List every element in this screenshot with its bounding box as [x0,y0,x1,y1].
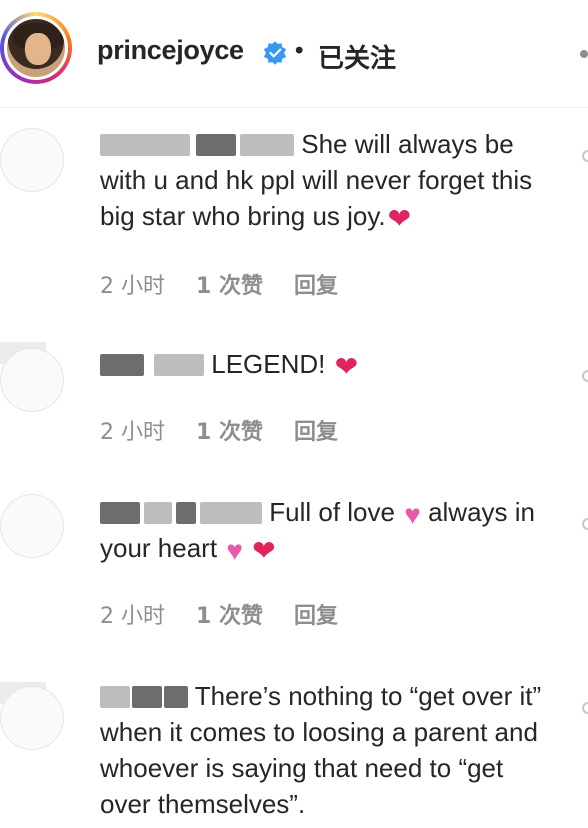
like-heart-icon[interactable] [582,518,588,530]
reply-button[interactable]: 回复 [294,274,338,299]
like-heart-icon[interactable] [582,370,588,382]
reply-button[interactable]: 回复 [294,420,338,445]
comment-likes[interactable]: 1 次赞 [196,604,263,629]
post-header: princejoyce • 已关注 [0,0,588,108]
commenter-avatar[interactable] [0,686,64,750]
redacted-username [100,686,130,708]
redacted-username [176,502,196,524]
comment-body: LEGEND! [211,349,326,379]
verified-badge-icon [263,41,287,65]
following-button[interactable]: 已关注 [318,38,396,75]
more-options-icon[interactable] [580,50,588,58]
commenter-avatar[interactable] [0,348,64,412]
pink-heart-icon: ♥ [404,499,421,530]
redacted-username [154,354,204,376]
comment-time: 2 小时 [100,604,165,629]
redacted-username [240,134,294,156]
like-heart-icon[interactable] [582,702,588,714]
comment-body-part-1: Full of love [269,497,395,527]
comment-likes[interactable]: 1 次赞 [196,274,263,299]
redacted-username [100,354,144,376]
comment-likes[interactable]: 1 次赞 [196,420,263,445]
redacted-username [196,134,236,156]
comment-meta: 2 小时 1 次赞 回复 [100,268,362,300]
redacted-username [132,686,162,708]
username-link[interactable]: princejoyce [97,35,244,66]
header-divider [0,107,588,108]
redacted-username [144,502,172,524]
heart-icon: ❤ [334,351,359,382]
header-separator: • [295,37,304,64]
pink-heart-icon: ♥ [226,535,243,566]
redacted-username [100,134,190,156]
comment-time: 2 小时 [100,274,165,299]
profile-avatar-story-ring[interactable] [0,12,72,84]
comment-text: There’s nothing to “get over it” when it… [100,678,560,822]
comment-time: 2 小时 [100,420,165,445]
redacted-username [200,502,262,524]
like-heart-icon[interactable] [582,150,588,162]
commenter-avatar[interactable] [0,128,64,192]
redacted-username [164,686,188,708]
commenter-avatar[interactable] [0,494,64,558]
reply-button[interactable]: 回复 [294,604,338,629]
heart-icon: ❤ [252,535,276,566]
profile-avatar[interactable] [4,16,68,80]
avatar-face [25,33,51,65]
comment-text: Full of love ♥ always in your heart ♥ ❤ [100,494,560,566]
comment-text: LEGEND! ❤ [100,346,560,382]
heart-icon: ❤ [387,203,412,234]
comment-meta: 2 小时 1 次赞 回复 [100,598,362,630]
comment-text: She will always be with u and hk ppl wil… [100,126,560,234]
comment-meta: 2 小时 1 次赞 回复 [100,414,362,446]
redacted-username [100,502,140,524]
